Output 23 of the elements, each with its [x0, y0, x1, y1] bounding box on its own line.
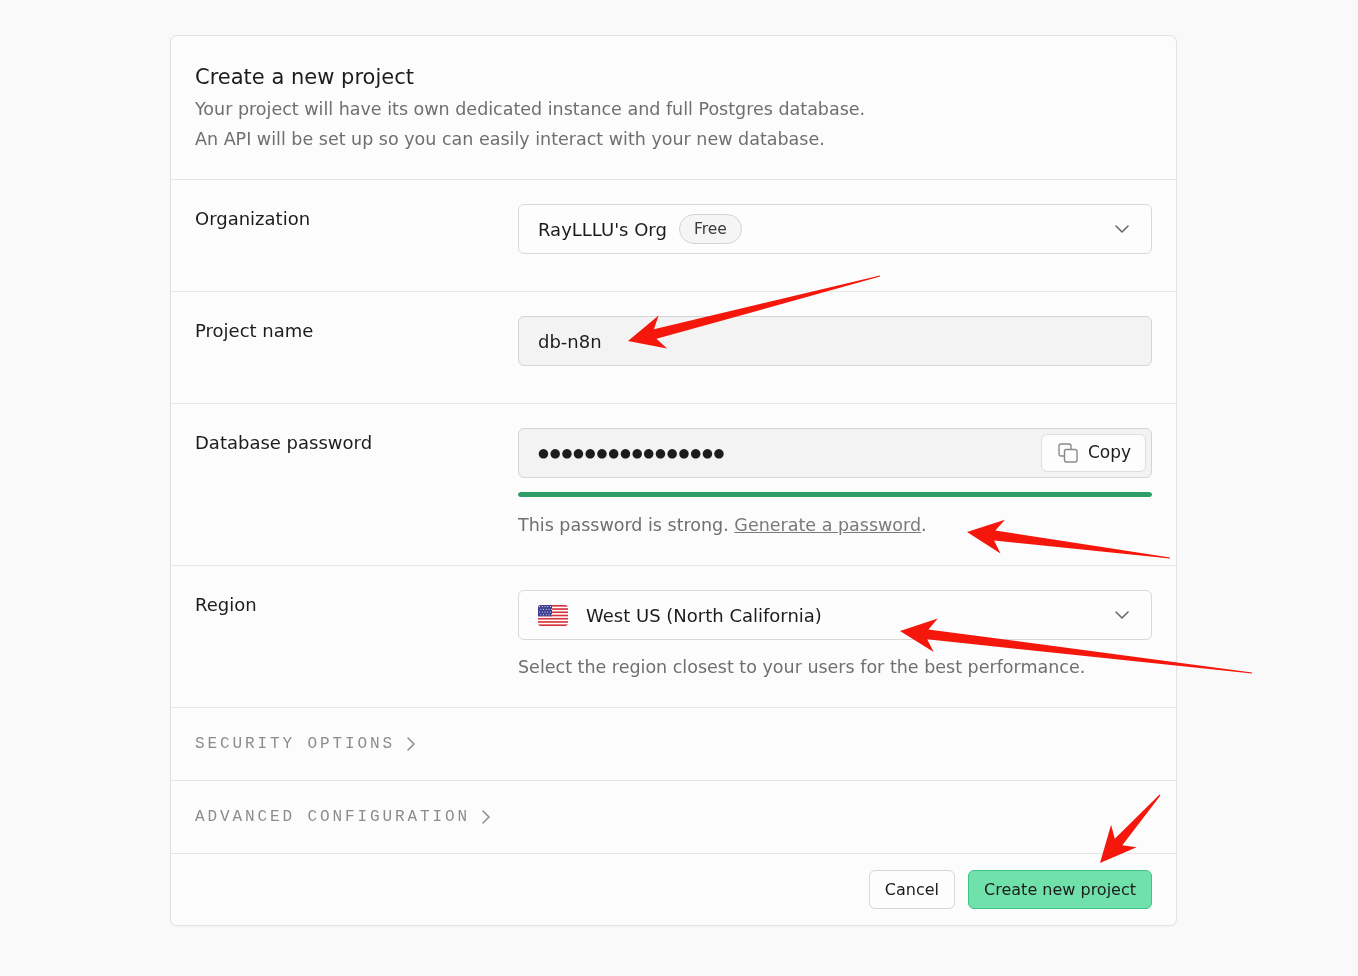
- cancel-button[interactable]: Cancel: [868, 870, 956, 909]
- organization-select[interactable]: RayLLLU's Org Free: [518, 204, 1152, 254]
- us-flag-icon: [538, 604, 568, 626]
- field-label: Region: [195, 593, 257, 617]
- field-label: Database password: [195, 431, 373, 455]
- field-label: Organization: [195, 207, 311, 231]
- password-input[interactable]: ●●●●●●●●●●●●●●●● Copy: [518, 428, 1152, 478]
- description-text: Your project will have its own dedicated instance and full Postgres database.: [195, 98, 867, 121]
- plan-badge: Free: [678, 214, 742, 244]
- project-name-input[interactable]: db-n8n: [518, 316, 1152, 366]
- copy-button[interactable]: Copy: [1040, 434, 1146, 472]
- field-label: Project name: [195, 319, 314, 343]
- copy-icon: [1057, 443, 1078, 463]
- chevron-down-icon: [1115, 225, 1129, 233]
- region-select[interactable]: West US (North California): [518, 590, 1152, 640]
- help-text: Select the region closest to your users for the best performance.: [518, 656, 1087, 679]
- dialog-title: Create a new project: [195, 64, 415, 91]
- generate-password-link[interactable]: Generate a password: [734, 515, 922, 535]
- description-text: An API will be set up so you can easily interact with your new database.: [195, 128, 826, 151]
- create-project-button[interactable]: Create new project: [968, 870, 1152, 909]
- chevron-down-icon: [1115, 611, 1129, 619]
- help-text: This password is strong. Generate a password.: [518, 514, 928, 537]
- annotation-arrow: [1100, 794, 1161, 863]
